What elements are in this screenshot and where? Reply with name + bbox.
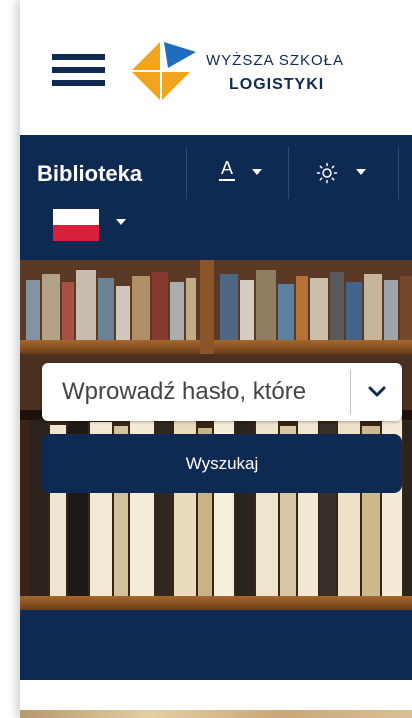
chevron-down-icon: [368, 386, 386, 397]
hero-bookshelf: Wyszukaj: [20, 260, 412, 680]
caret-down-icon[interactable]: [116, 219, 126, 225]
library-title[interactable]: Biblioteka: [37, 161, 142, 187]
logo-mark-icon: [132, 42, 196, 100]
caret-down-icon: [252, 169, 262, 175]
font-size-button[interactable]: A: [216, 157, 266, 187]
logo-text-line2: LOGISTYKI: [229, 76, 325, 93]
next-section-image-strip: [20, 710, 412, 718]
search-input[interactable]: [42, 363, 348, 421]
page-frame: WYŻSZA SZKOŁA LOGISTYKI Biblioteka A Wpr…: [20, 0, 412, 718]
poland-flag-icon[interactable]: [53, 209, 99, 241]
site-logo[interactable]: WYŻSZA SZKOŁA LOGISTYKI: [132, 40, 392, 102]
search-divider: [350, 369, 351, 415]
search-button[interactable]: Wyszukaj: [42, 434, 402, 493]
site-header: WYŻSZA SZKOŁA LOGISTYKI: [20, 0, 412, 135]
nav-divider: [288, 147, 289, 199]
hamburger-menu-icon[interactable]: [52, 54, 105, 90]
sun-icon: [316, 162, 338, 184]
contrast-button[interactable]: [316, 157, 372, 187]
nav-divider: [186, 147, 187, 199]
search-bar: [42, 363, 402, 421]
library-navbar: Biblioteka A: [20, 135, 412, 260]
search-options-dropdown[interactable]: [352, 363, 402, 421]
logo-text-line1: WYŻSZA SZKOŁA: [206, 52, 345, 69]
nav-divider: [398, 147, 399, 199]
caret-down-icon: [356, 169, 366, 175]
font-size-icon: A: [216, 157, 238, 187]
